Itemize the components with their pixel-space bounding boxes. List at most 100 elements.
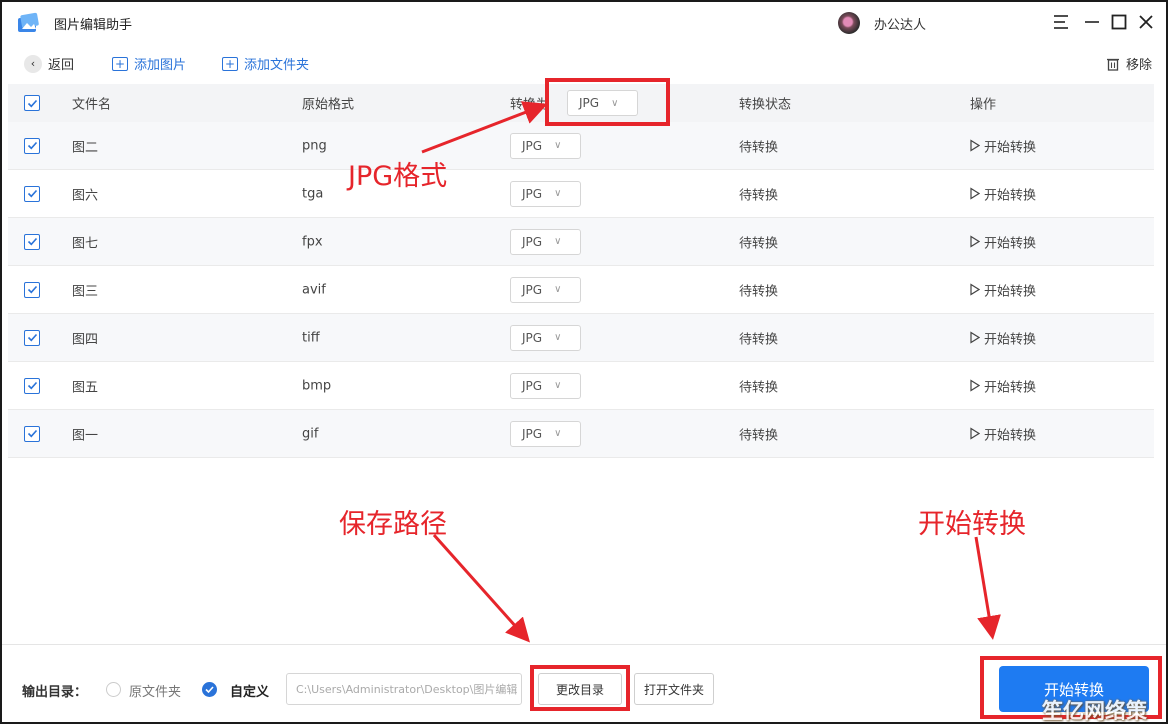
convert-status: 待转换: [739, 140, 779, 155]
check-icon: [27, 285, 37, 294]
play-icon: [970, 187, 980, 200]
start-row-convert-label: 开始转换: [984, 332, 1037, 347]
row-checkbox[interactable]: [24, 233, 40, 250]
chevron-down-icon: ∨: [554, 284, 562, 295]
convert-status: 待转换: [739, 332, 779, 347]
start-row-convert-button[interactable]: 开始转换: [970, 136, 1036, 155]
target-format-select[interactable]: JPG ∨: [510, 420, 581, 447]
row-checkbox[interactable]: [24, 377, 40, 394]
add-folder-label: 添加文件夹: [244, 58, 310, 73]
target-format-select[interactable]: JPG ∨: [510, 228, 581, 255]
play-icon: [970, 283, 980, 296]
row-checkbox[interactable]: [24, 137, 40, 154]
original-format: png: [302, 138, 327, 153]
start-row-convert-label: 开始转换: [984, 188, 1037, 203]
close-icon[interactable]: [1136, 12, 1156, 32]
output-dir-label: 输出目录：: [22, 685, 88, 700]
play-icon: [970, 379, 980, 392]
add-image-label: 添加图片: [134, 58, 187, 73]
chevron-down-icon: ∨: [554, 332, 562, 343]
watermark: 笙亿网络策划: [1042, 699, 1147, 723]
row-checkbox[interactable]: [24, 185, 40, 202]
header-status: 转换状态: [739, 97, 792, 113]
annotation-save-path: 保存路径: [339, 509, 447, 540]
arrow-to-start: [974, 536, 1001, 640]
check-icon: [27, 333, 37, 342]
target-format-value: JPG: [522, 378, 543, 393]
start-row-convert-button[interactable]: 开始转换: [970, 184, 1036, 203]
chevron-down-icon: ∨: [554, 140, 562, 151]
file-name: 图七: [72, 236, 99, 251]
file-name: 图五: [72, 380, 99, 395]
username[interactable]: 办公达人: [874, 14, 926, 33]
target-format-value: JPG: [522, 282, 543, 297]
start-row-convert-button[interactable]: 开始转换: [970, 280, 1036, 299]
maximize-icon[interactable]: [1109, 12, 1129, 32]
original-format: fpx: [302, 234, 323, 249]
row-checkbox[interactable]: [24, 329, 40, 346]
start-row-convert-label: 开始转换: [984, 380, 1037, 395]
header-action: 操作: [970, 97, 997, 113]
minimize-icon[interactable]: [1082, 12, 1102, 32]
remove-button[interactable]: 移除: [1106, 54, 1152, 73]
play-icon: [970, 139, 980, 152]
play-icon: [970, 235, 980, 248]
app-logo-icon: [18, 12, 39, 32]
chevron-down-icon: ∨: [554, 188, 562, 199]
custom-label[interactable]: 自定义: [230, 681, 269, 700]
radio-original-folder[interactable]: [106, 682, 121, 697]
table-row: 图五 bmp JPG ∨ 待转换 开始转换: [8, 362, 1154, 410]
start-row-convert-button[interactable]: 开始转换: [970, 232, 1036, 251]
start-row-convert-label: 开始转换: [984, 284, 1037, 299]
table-row: 图六 tga JPG ∨ 待转换 开始转换: [8, 170, 1154, 218]
open-folder-button[interactable]: 打开文件夹: [634, 673, 714, 705]
file-name: 图二: [72, 140, 99, 155]
trash-icon: [1107, 58, 1119, 71]
file-name: 图三: [72, 284, 99, 299]
original-format: tiff: [302, 330, 320, 345]
check-icon: [27, 429, 37, 438]
check-icon: [27, 99, 37, 107]
select-all-checkbox[interactable]: [24, 95, 40, 111]
start-row-convert-button[interactable]: 开始转换: [970, 328, 1036, 347]
play-icon: [970, 331, 980, 344]
convert-status: 待转换: [739, 380, 779, 395]
radio-custom[interactable]: [202, 682, 217, 697]
target-format-value: JPG: [522, 330, 543, 345]
target-format-select[interactable]: JPG ∨: [510, 276, 581, 303]
table-row: 图四 tiff JPG ∨ 待转换 开始转换: [8, 314, 1154, 362]
chevron-down-icon: ∨: [554, 236, 562, 247]
check-icon: [27, 189, 37, 198]
toolbar: ‹ 返回 + 添加图片 + 添加文件夹 移除: [2, 44, 1166, 82]
header-convert-to: 转换为: [510, 97, 550, 113]
output-path-input[interactable]: [286, 673, 522, 705]
highlight-format-box: [545, 78, 670, 126]
start-row-convert-label: 开始转换: [984, 236, 1037, 251]
start-row-convert-button[interactable]: 开始转换: [970, 424, 1036, 443]
original-folder-label[interactable]: 原文件夹: [129, 681, 181, 700]
row-checkbox[interactable]: [24, 281, 40, 298]
app-title: 图片编辑助手: [54, 18, 133, 33]
table-row: 图七 fpx JPG ∨ 待转换 开始转换: [8, 218, 1154, 266]
menu-icon[interactable]: [1051, 12, 1071, 32]
table-row: 图二 png JPG ∨ 待转换 开始转换: [8, 122, 1154, 170]
back-button[interactable]: ‹ 返回: [24, 54, 74, 73]
target-format-select[interactable]: JPG ∨: [510, 372, 581, 399]
file-name: 图四: [72, 332, 99, 347]
target-format-value: JPG: [522, 138, 543, 153]
highlight-change-dir-box: [530, 665, 630, 711]
play-icon: [970, 427, 980, 440]
add-image-button[interactable]: + 添加图片: [112, 54, 186, 73]
remove-label: 移除: [1126, 58, 1153, 73]
convert-status: 待转换: [739, 284, 779, 299]
target-format-select[interactable]: JPG ∨: [510, 132, 581, 159]
add-folder-button[interactable]: + 添加文件夹: [222, 54, 309, 73]
avatar[interactable]: [838, 12, 860, 34]
convert-status: 待转换: [739, 188, 779, 203]
start-row-convert-button[interactable]: 开始转换: [970, 376, 1036, 395]
start-row-convert-label: 开始转换: [984, 428, 1037, 443]
target-format-select[interactable]: JPG ∨: [510, 180, 581, 207]
original-format: tga: [302, 186, 324, 201]
target-format-select[interactable]: JPG ∨: [510, 324, 581, 351]
row-checkbox[interactable]: [24, 425, 40, 442]
